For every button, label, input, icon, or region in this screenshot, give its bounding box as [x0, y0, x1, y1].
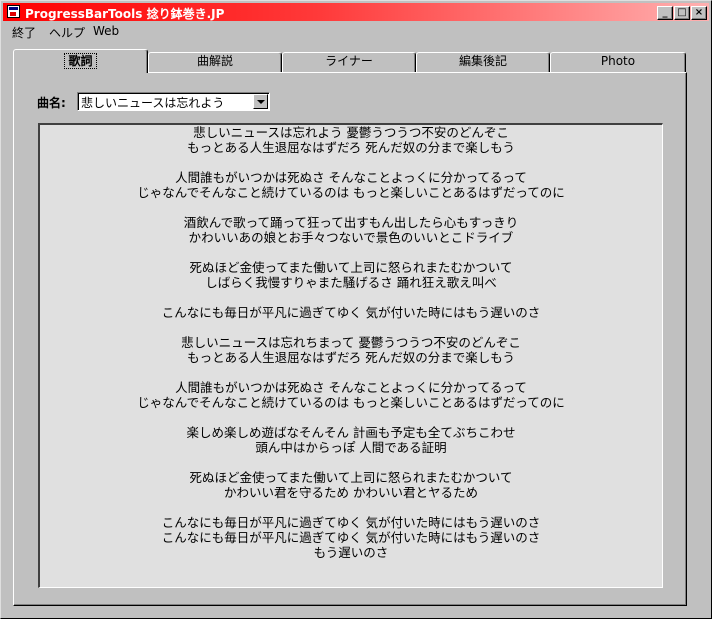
lyrics-stanza: 悲しいニュースは忘れちまって 憂鬱うつうつ不安のどんぞこ もっとある人生退屈なはず… [40, 335, 662, 365]
lyrics-stanza: 人間誰もがいつかは死ぬさ そんなことよっくに分かってるって じゃなんでそんなこと続… [40, 380, 662, 410]
lyrics-line: もっとある人生退屈なはずだろ 死んだ奴の分まで楽しもう [187, 350, 515, 365]
lyrics-stanza: 悲しいニュースは忘れよう 憂鬱うつうつ不安のどんぞこ もっとある人生退屈なはずだろ… [40, 125, 662, 155]
lyrics-line: 死ぬほど金使ってまた働いて上司に怒られまたむかついて [189, 260, 513, 275]
close-button[interactable]: × [691, 6, 707, 20]
lyrics-line: こんなにも毎日が平凡に過ぎてゆく 気が付いた時にはもう遅いのさ [161, 530, 541, 545]
lyrics-line: 楽しめ楽しめ遊ばなそんそん 計画も予定も全てぶちこわせ [186, 425, 516, 440]
lyrics-stanza: 酒飲んで歌って踊って狂って出すもん出したら心もすっきり かわいいあの娘とお手々つな… [40, 215, 662, 245]
lyrics-textbox[interactable]: 悲しいニュースは忘れよう 憂鬱うつうつ不安のどんぞこ もっとある人生退屈なはずだろ… [38, 123, 663, 588]
menu-help[interactable]: ヘルプ [49, 24, 85, 41]
lyrics-line: 酒飲んで歌って踊って狂って出すもん出したら心もすっきり [183, 215, 519, 230]
tab-liner[interactable]: ライナー [282, 52, 416, 72]
lyrics-line: かわいい君を守るため かわいい君とヤるため [224, 485, 478, 500]
lyrics-line: 悲しいニュースは忘れよう 憂鬱うつうつ不安のどんぞこ [193, 125, 509, 140]
tab-lyrics-label: 歌詞 [64, 53, 97, 69]
tab-photo[interactable]: Photo [550, 52, 686, 72]
lyrics-line: 頭ん中はからっぽ 人間である証明 [255, 440, 447, 455]
menu-web[interactable]: Web [93, 24, 119, 38]
tab-lyrics[interactable]: 歌詞 [13, 49, 148, 73]
song-select[interactable]: 悲しいニュースは忘れよう [77, 92, 270, 111]
lyrics-stanza: 死ぬほど金使ってまた働いて上司に怒られまたむかついて しばらく我慢すりゃまた騒げる… [40, 260, 662, 290]
lyrics-tab-panel: 曲名: 悲しいニュースは忘れよう 悲しいニュースは忘れよう 憂鬱うつうつ不安のど… [13, 72, 687, 606]
lyrics-line: 人間誰もがいつかは死ぬさ そんなことよっくに分かってるって [175, 380, 527, 395]
lyrics-line: かわいいあの娘とお手々つないで景色のいいとこドライブ [188, 230, 514, 245]
lyrics-line: もっとある人生退屈なはずだろ 死んだ奴の分まで楽しもう [187, 140, 515, 155]
lyrics-line: じゃなんでそんなこと続けているのは もっと楽しいことあるはずだってのに [137, 185, 565, 200]
song-select-value: 悲しいニュースは忘れよう [81, 96, 225, 110]
tab-song-notes[interactable]: 曲解説 [148, 52, 282, 72]
app-icon[interactable] [7, 5, 20, 18]
window-title: ProgressBarTools 捻り鉢巻き.JP [25, 7, 225, 21]
lyrics-line: しばらく我慢すりゃまた騒げるさ 踊れ狂え歌え叫べ [205, 275, 497, 290]
song-label: 曲名: [37, 96, 66, 110]
lyrics-line: 死ぬほど金使ってまた働いて上司に怒られまたむかついて [189, 470, 513, 485]
lyrics-line: もう遅いのさ [313, 545, 389, 560]
lyrics-line: じゃなんでそんなこと続けているのは もっと楽しいことあるはずだってのに [137, 395, 565, 410]
lyrics-line: 悲しいニュースは忘れちまって 憂鬱うつうつ不安のどんぞこ [181, 335, 521, 350]
chevron-down-icon[interactable] [253, 94, 268, 109]
app-window: ProgressBarTools 捻り鉢巻き.JP _ □ × 終了 ヘルプ W… [0, 0, 712, 619]
tab-afterword[interactable]: 編集後記 [416, 52, 550, 72]
lyrics-stanza: 人間誰もがいつかは死ぬさ そんなことよっくに分かってるって じゃなんでそんなこと続… [40, 170, 662, 200]
lyrics-line: 人間誰もがいつかは死ぬさ そんなことよっくに分かってるって [175, 170, 527, 185]
maximize-button[interactable]: □ [674, 6, 690, 20]
menu-bar: 終了 ヘルプ Web [3, 22, 709, 41]
lyrics-stanza: こんなにも毎日が平凡に過ぎてゆく 気が付いた時にはもう遅いのさ [40, 305, 662, 320]
lyrics-line: こんなにも毎日が平凡に過ぎてゆく 気が付いた時にはもう遅いのさ [161, 305, 541, 320]
lyrics-text: 悲しいニュースは忘れよう 憂鬱うつうつ不安のどんぞこ もっとある人生退屈なはずだろ… [40, 125, 662, 575]
lyrics-stanza: こんなにも毎日が平凡に過ぎてゆく 気が付いた時にはもう遅いのさ こんなにも毎日が平… [40, 515, 662, 560]
lyrics-line: こんなにも毎日が平凡に過ぎてゆく 気が付いた時にはもう遅いのさ [161, 515, 541, 530]
lyrics-stanza: 楽しめ楽しめ遊ばなそんそん 計画も予定も全てぶちこわせ 頭ん中はからっぽ 人間であ… [40, 425, 662, 455]
menu-quit[interactable]: 終了 [12, 24, 36, 41]
minimize-button[interactable]: _ [657, 6, 673, 20]
lyrics-stanza: 死ぬほど金使ってまた働いて上司に怒られまたむかついて かわいい君を守るため かわい… [40, 470, 662, 500]
title-bar[interactable]: ProgressBarTools 捻り鉢巻き.JP _ □ × [3, 3, 709, 21]
